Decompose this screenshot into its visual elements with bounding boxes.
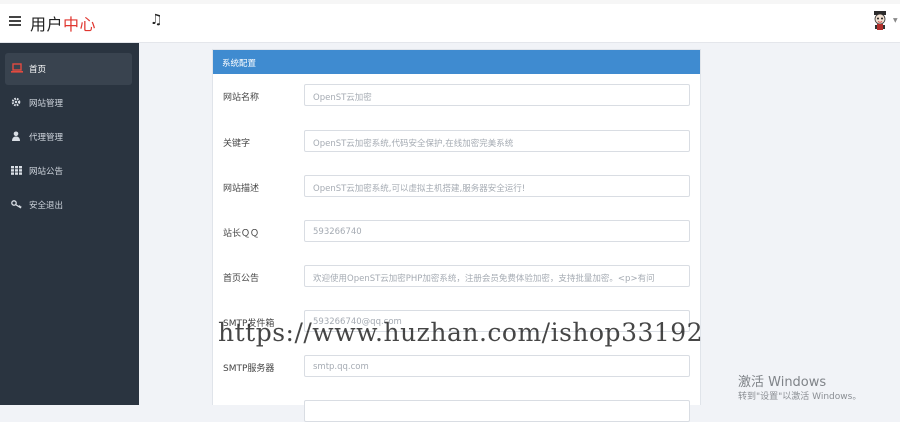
sidebar-item-label: 安全退出 [29,201,64,211]
description-input[interactable]: OpenST云加密系统,可以虚拟主机搭建,服务器安全运行! [304,175,690,197]
sidebar-item-agent-manage[interactable]: 代理管理 [5,121,132,153]
windows-activation-subtitle: 转到"设置"以激活 Windows。 [738,392,862,402]
keywords-label: 关键字 [223,139,251,149]
announcement-input[interactable]: 欢迎使用OpenST云加密PHP加密系统，注册会员免费体验加密，支持批量加密。<… [304,265,690,287]
laptop-icon [11,63,23,73]
smtp-server-label: SMTP服务器 [223,364,275,374]
sidebar-item-label: 网站管理 [29,99,64,109]
key-icon [11,200,22,209]
sidebar-item-logout[interactable]: 安全退出 [5,189,132,221]
user-icon [12,131,20,141]
sidebar-item-label: 首页 [29,65,47,75]
announcement-label: 首页公告 [223,274,260,284]
menu-toggle-icon[interactable] [9,16,21,26]
sidebar-item-site-manage[interactable]: 网站管理 [5,87,132,119]
admin-qq-label: 站长ＱＱ [223,229,260,239]
app-title: 用户中心 [30,11,96,35]
user-avatar-icon[interactable] [871,10,889,32]
panel-header: 系统配置 [213,50,700,74]
smtp-server-input[interactable]: smtp.qq.com [304,355,690,377]
site-name-label: 网站名称 [223,93,260,103]
site-name-input[interactable]: OpenST云加密 [304,84,690,106]
system-config-panel: 系统配置 网站名称 OpenST云加密 关键字 OpenST云加密系统,代码安全… [212,49,701,422]
gear-icon [11,97,21,107]
sidebar-item-announcement[interactable]: 网站公告 [5,155,132,187]
watermark-text: https://www.huzhan.com/ishop33192 [218,318,704,347]
grid-icon [11,166,22,175]
top-border [0,0,900,4]
chevron-down-icon[interactable]: ▼ [893,17,898,24]
sidebar: 首页 网站管理 代理管理 网站公告 安全退出 [0,43,139,405]
music-icon[interactable]: ♫ [150,12,163,28]
panel-title: 系统配置 [222,59,257,69]
keywords-input[interactable]: OpenST云加密系统,代码安全保护,在线加密完美系统 [304,130,690,152]
sidebar-item-home[interactable]: 首页 [5,53,132,85]
windows-activation-title: 激活 Windows [738,375,827,390]
sidebar-item-label: 网站公告 [29,167,64,177]
description-label: 网站描述 [223,184,260,194]
sidebar-item-label: 代理管理 [29,133,64,143]
brand-main: 用户 [30,15,64,34]
top-header: 用户中心 ♫ ▼ [0,0,900,43]
brand-accent: 中心 [63,15,97,34]
next-field-input[interactable] [304,400,690,422]
admin-qq-input[interactable]: 593266740 [304,220,690,242]
